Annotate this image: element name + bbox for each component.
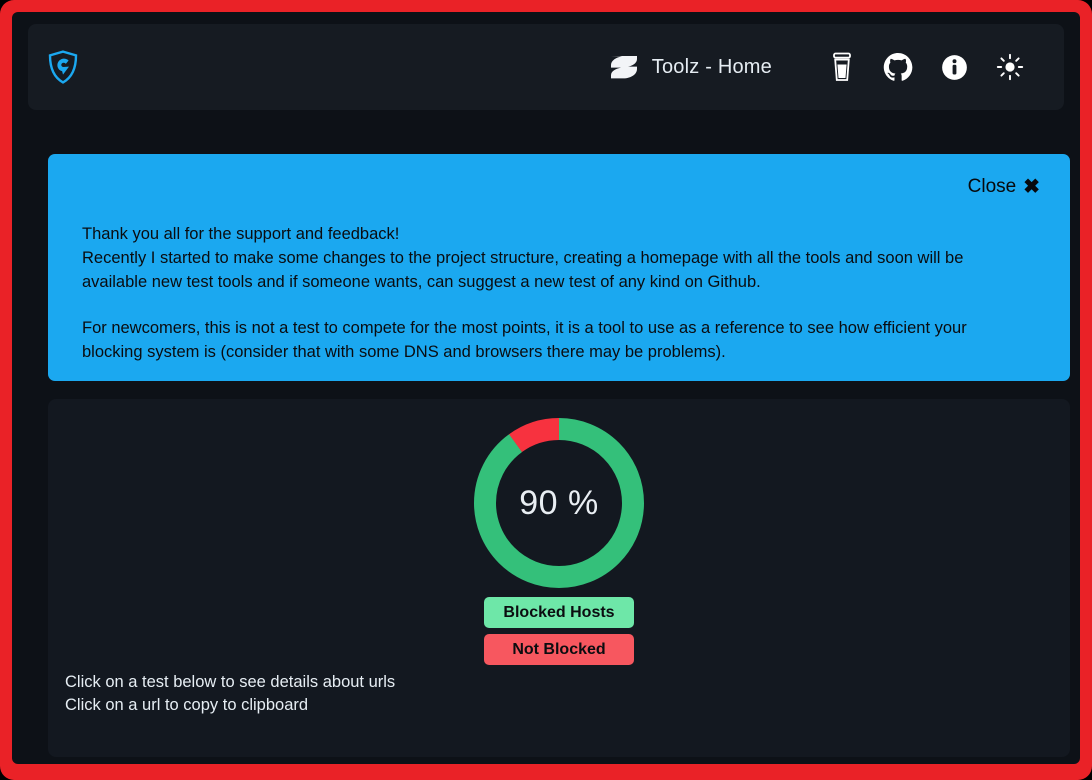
banner-text: Thank you all for the support and feedba… [66,222,1042,364]
donut-segment-blocked [474,418,644,588]
info-icon[interactable] [926,47,982,87]
nav-toolz-home[interactable]: Toolz - Home [607,50,772,84]
close-banner-button[interactable]: Close ✖ [967,175,1040,198]
legend-blocked-hosts[interactable]: Blocked Hosts [484,597,634,628]
banner-close-row: Close ✖ [66,175,1042,198]
banner-line-1: Thank you all for the support and feedba… [82,225,400,243]
app-header: Toolz - Home [28,24,1064,110]
usage-hints: Click on a test below to see details abo… [65,671,395,718]
shield-icon[interactable] [48,50,78,84]
banner-paragraph-gap [82,294,1042,316]
banner-line-5: blocking system is (consider that with s… [82,343,726,362]
close-label: Close [967,175,1017,197]
results-card: 90 % Blocked Hosts Not Blocked Click on … [48,399,1070,757]
banner-line-2: Recently I started to make some changes … [82,249,964,268]
blocked-donut-chart[interactable]: 90 % [469,413,649,593]
hint-line-2: Click on a url to copy to clipboard [65,696,309,715]
announcement-banner: Close ✖ Thank you all for the support an… [48,154,1070,381]
close-x-icon: ✖ [1023,176,1040,198]
header-actions: Toolz - Home [607,47,1038,87]
legend-not-blocked[interactable]: Not Blocked [484,634,634,665]
sun-icon[interactable] [982,47,1038,87]
hint-line-1: Click on a test below to see details abo… [65,673,396,691]
app-window: Toolz - Home Close ✖ Thank you all for t… [12,12,1080,764]
github-icon[interactable] [870,47,926,87]
nav-home-label: Toolz - Home [651,55,772,78]
coffee-cup-icon[interactable] [814,47,870,87]
banner-line-3: available new test tools and if someone … [82,273,761,292]
chart-legend: Blocked Hosts Not Blocked [484,597,634,665]
banner-line-4: For newcomers, this is not a test to com… [82,319,967,338]
outer-red-frame: Toolz - Home Close ✖ Thank you all for t… [0,0,1092,780]
z-logo-icon [607,50,641,84]
